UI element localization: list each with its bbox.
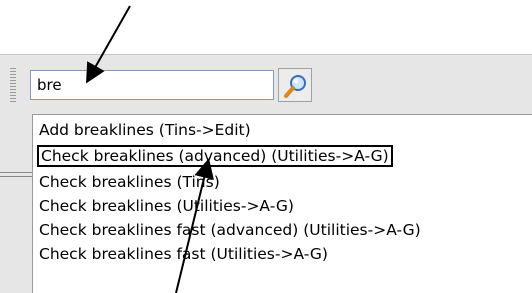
annotation-arrows	[86, 5, 214, 293]
arrow-to-highlighted-item	[175, 158, 214, 293]
arrow-to-search	[86, 5, 131, 84]
